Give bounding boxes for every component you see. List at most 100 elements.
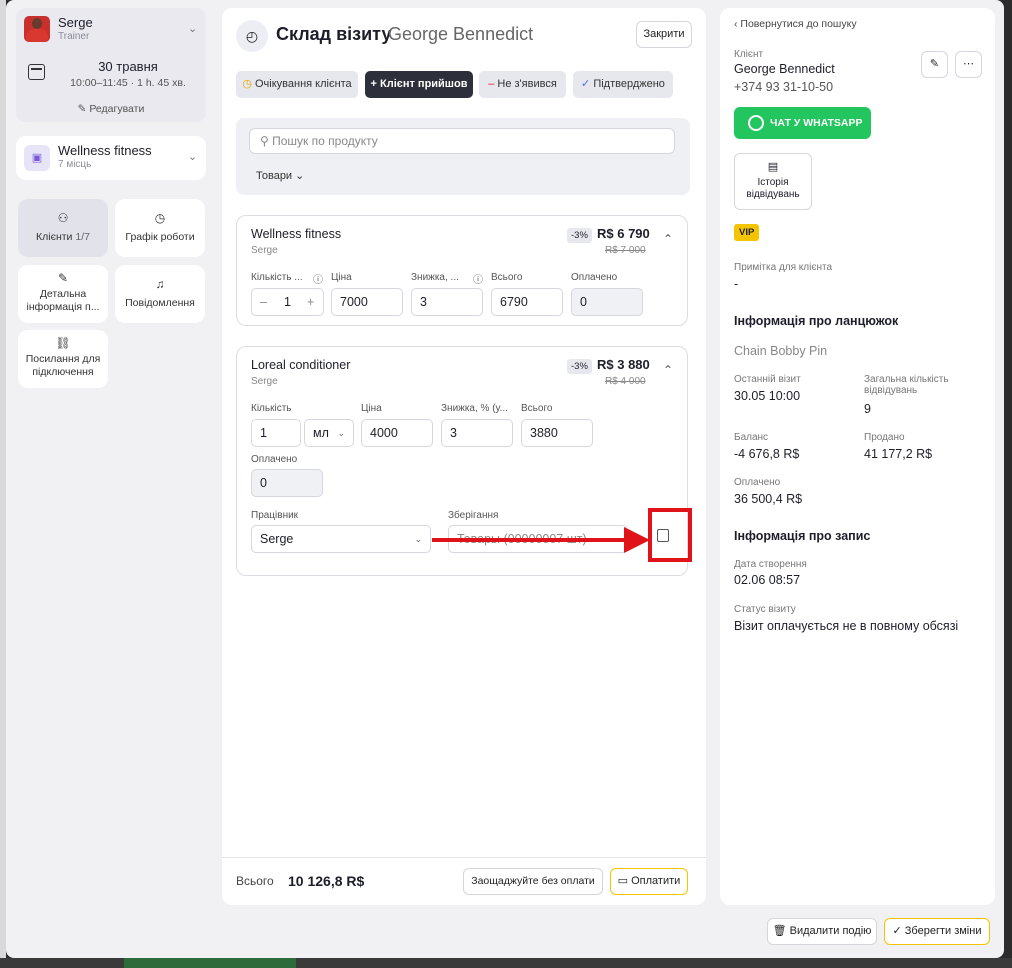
avatar [24, 16, 50, 42]
total-label: Всього [236, 874, 274, 888]
tile-connect-link[interactable]: ⛓ Посилання для підключення [18, 330, 108, 388]
room-select[interactable]: ▣ Wellness fitness 7 місць ⌄ [16, 136, 206, 180]
trash-icon: 🗑 [772, 925, 790, 937]
storage-label: Зберігання [448, 510, 499, 521]
total-visits-value: 9 [864, 402, 871, 416]
total-field[interactable]: 3880 [521, 419, 593, 447]
room-icon: ▣ [24, 145, 50, 171]
pay-label: Оплатити [631, 875, 681, 887]
history-icon: ▤ [767, 161, 779, 173]
tile-details[interactable]: ✎ Детальна інформація п... [18, 265, 108, 323]
link-icon: ⛓ [55, 336, 71, 350]
tile-schedule-label: Графік роботи [125, 231, 195, 243]
product-name: Loreal conditioner [251, 358, 351, 372]
back-to-search-link[interactable]: ‹ Повернутися до пошуку [734, 18, 857, 30]
total-label: Всього [521, 403, 553, 414]
unit-select[interactable]: мл ⌄ [304, 419, 354, 447]
whatsapp-icon [748, 115, 764, 131]
visit-time: 10:00–11:45 · 1 h. 45 хв. [70, 77, 186, 89]
plus-icon[interactable]: + [307, 289, 314, 315]
created-value: 02.06 08:57 [734, 573, 801, 587]
trainer-card[interactable]: Serge Trainer ⌄ 30 травня 10:00–11:45 · … [16, 8, 206, 122]
chain-name: Chain Bobby Pin [734, 344, 828, 358]
save-changes-button[interactable]: ✓ Зберегти зміни [884, 918, 990, 945]
tile-notifications[interactable]: ♫ Повідомлення [115, 265, 205, 323]
paid-label: Оплачено [734, 477, 781, 488]
last-visit-value: 30.05 10:00 [734, 389, 801, 403]
delete-event-button[interactable]: 🗑 Видалити подію [767, 918, 877, 945]
product-search-input[interactable]: ⚲ Пошук по продукту [249, 128, 675, 154]
chevron-up-icon[interactable]: ⌃ [663, 232, 673, 246]
chevron-up-icon[interactable]: ⌃ [663, 363, 673, 377]
info-icon: ⓘ [473, 275, 483, 286]
more-icon[interactable]: ⋯ [955, 51, 982, 78]
sold-value: 41 177,2 R$ [864, 447, 933, 461]
plus-icon: + [370, 78, 380, 90]
calendar-icon [28, 64, 45, 80]
discount-label: Знижка, ... [411, 272, 459, 283]
status-no-show[interactable]: – Не з'явився [479, 71, 566, 98]
price-label: Ціна [361, 403, 382, 414]
status-waiting[interactable]: ◷ Очікування клієнта [236, 71, 358, 98]
minus-icon[interactable]: – [260, 289, 267, 315]
users-icon: ⚇ [57, 211, 69, 225]
annotation-arrow-head [624, 527, 650, 553]
sold-label: Продано [864, 432, 905, 443]
record-heading: Інформація про запис [734, 529, 871, 543]
bell-icon: ♫ [155, 277, 165, 291]
goods-filter[interactable]: Товари ⌄ [256, 169, 304, 182]
note-icon: ✎ [57, 271, 69, 285]
tile-details-label: Детальна інформація п... [26, 288, 100, 313]
total-visits-label: Загальна кількість відвідувань [864, 374, 949, 396]
chevron-down-icon: ⌄ [337, 428, 345, 438]
wallet-icon: ▭ [617, 875, 632, 887]
panel-client-name: George Bennedict [388, 24, 534, 44]
whatsapp-button[interactable]: ЧАТ У WHATSAPP [734, 107, 871, 139]
backdrop-bottom [0, 958, 1012, 968]
note-value: - [734, 277, 739, 291]
tile-clients[interactable]: ⚇ Клієнти 1/7 [18, 199, 108, 257]
status-arrived[interactable]: + Клієнт прийшов [365, 71, 473, 98]
annotation-highlight-box [648, 508, 692, 562]
close-button[interactable]: Закрити [636, 21, 692, 48]
trainer-name: Serge [58, 15, 93, 30]
tile-schedule[interactable]: ◷ Графік роботи [115, 199, 205, 257]
tile-notifications-label: Повідомлення [125, 297, 195, 309]
pencil-icon[interactable]: ✎ [921, 51, 948, 78]
calendar-clock-icon: ◴ [236, 20, 268, 52]
discount-field[interactable]: 3 [411, 288, 483, 316]
edit-link[interactable]: ✎ Редагувати [16, 103, 206, 115]
pay-button[interactable]: ▭ Оплатити [610, 868, 688, 895]
check-icon: ✓ [892, 925, 905, 937]
visit-history-button[interactable]: ▤ Історія відвідувань [734, 153, 812, 210]
discount-field[interactable]: 3 [441, 419, 513, 447]
worker-label: Працівник [251, 510, 299, 521]
product-price: R$ 6 790 [597, 226, 650, 241]
trainer-role: Trainer [58, 31, 90, 42]
clock-icon: ◷ [242, 78, 255, 90]
whatsapp-label: ЧАТ У WHATSAPP [770, 117, 863, 129]
last-visit-label: Останній візит [734, 374, 801, 385]
price-label: Ціна [331, 272, 352, 283]
total-field[interactable]: 6790 [491, 288, 563, 316]
status-confirmed[interactable]: ✓ Підтверджено [573, 71, 673, 98]
info-icon: ⓘ [313, 275, 323, 286]
paid-field: 0 [571, 288, 643, 316]
clock-icon: ◷ [154, 211, 166, 225]
save-label: Зберегти зміни [904, 925, 982, 937]
unit-value: мл [313, 426, 329, 440]
chevron-down-icon[interactable]: ⌄ [188, 22, 197, 35]
price-field[interactable]: 4000 [361, 419, 433, 447]
status-confirmed-label: Підтверджено [593, 78, 665, 90]
search-placeholder: Пошук по продукту [272, 134, 378, 148]
quantity-stepper[interactable]: – 1 + [251, 288, 324, 316]
client-name[interactable]: George Bennedict [734, 62, 835, 76]
note-label: Примітка для клієнта [734, 262, 833, 273]
save-without-payment-button[interactable]: Заощаджуйте без оплати [463, 868, 603, 895]
quantity-field[interactable]: 1 [251, 419, 301, 447]
price-field[interactable]: 7000 [331, 288, 403, 316]
worker-select[interactable]: Serge ⌄ [251, 525, 431, 553]
client-phone[interactable]: +374 93 31-10-50 [734, 80, 833, 94]
paid-label: Оплачено [571, 272, 618, 283]
status-label: Статус візиту [734, 604, 796, 615]
